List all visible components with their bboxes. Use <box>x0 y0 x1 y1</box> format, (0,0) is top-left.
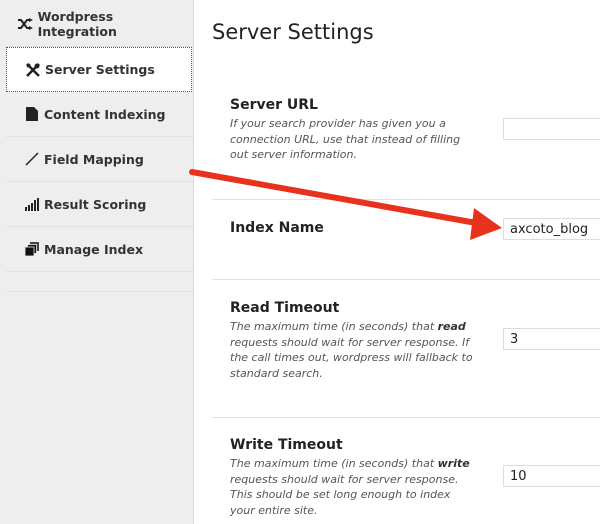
sidebar-item-content-indexing[interactable]: Content Indexing <box>6 92 193 137</box>
field-label: Read Timeout <box>230 300 340 316</box>
desc-bold: read <box>437 320 466 333</box>
sidebar-item-server-settings[interactable]: Server Settings <box>6 47 192 92</box>
index-name-input[interactable] <box>503 218 600 240</box>
field-read-timeout: Read Timeout The maximum time (in second… <box>212 279 600 417</box>
field-server-url: Server URL If your search provider has g… <box>212 85 600 199</box>
wrench-icon <box>25 62 41 77</box>
sidebar-item-label: Server Settings <box>45 62 155 77</box>
page-title: Server Settings <box>212 20 374 44</box>
sidebar-item-result-scoring[interactable]: Result Scoring <box>6 182 193 227</box>
line-icon <box>24 152 40 166</box>
field-index-name: Index Name <box>212 199 600 279</box>
file-icon <box>24 107 40 121</box>
sidebar-item-label: Manage Index <box>44 241 144 257</box>
field-description: The maximum time (in seconds) that read … <box>230 319 475 381</box>
field-label: Index Name <box>230 220 324 236</box>
sidebar-item-label: Field Mapping <box>44 151 144 167</box>
field-description: The maximum time (in seconds) that write… <box>230 456 475 518</box>
server-url-input[interactable] <box>503 118 600 140</box>
sidebar-item-label: Content Indexing <box>44 106 166 122</box>
sidebar-spacer <box>6 272 193 292</box>
stack-icon <box>24 242 40 256</box>
desc-text: requests should wait for server response… <box>230 335 473 380</box>
main-content: Server Settings Server URL If your searc… <box>195 0 600 524</box>
field-label: Write Timeout <box>230 437 343 453</box>
sidebar-item-field-mapping[interactable]: Field Mapping <box>6 137 193 182</box>
field-label: Server URL <box>230 97 318 113</box>
sidebar-item-manage-index[interactable]: Manage Index <box>6 227 193 272</box>
sidebar-item-label: Wordpress Integration <box>37 9 117 39</box>
shuffle-icon <box>18 17 34 31</box>
read-timeout-input[interactable] <box>503 328 600 350</box>
desc-bold: write <box>437 457 470 470</box>
desc-text: The maximum time (in seconds) that <box>230 457 438 470</box>
field-write-timeout: Write Timeout The maximum time (in secon… <box>212 417 600 524</box>
sidebar-item-label: Result Scoring <box>44 196 147 212</box>
field-description: If your search provider has given you a … <box>230 117 461 161</box>
write-timeout-input[interactable] <box>503 465 600 487</box>
desc-text: requests should wait for server response… <box>230 472 459 517</box>
desc-text: The maximum time (in seconds) that <box>230 320 438 333</box>
sidebar: Wordpress Integration Server Settings Co… <box>0 0 194 524</box>
sidebar-item-wordpress-integration[interactable]: Wordpress Integration <box>6 2 193 47</box>
signal-bars-icon <box>24 197 40 211</box>
